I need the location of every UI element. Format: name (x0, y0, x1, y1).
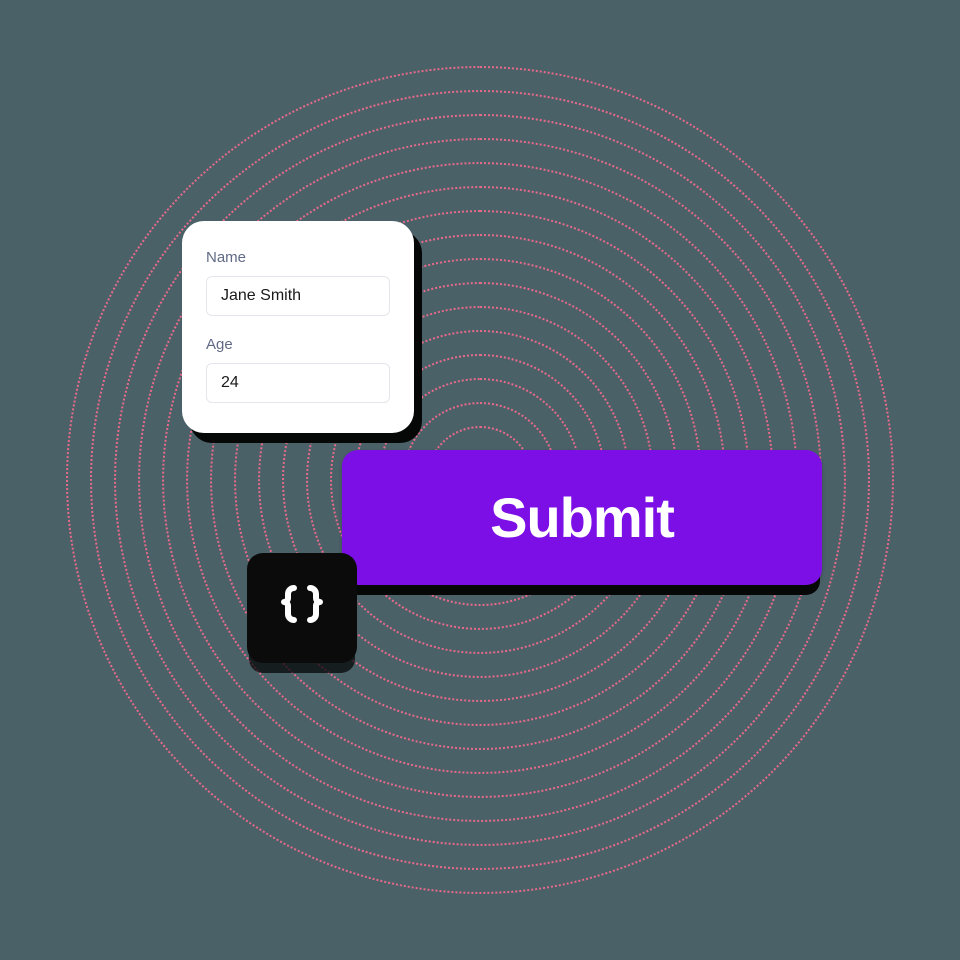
braces-icon (278, 582, 326, 635)
submit-button[interactable]: Submit (342, 450, 822, 585)
age-field-group: Age (206, 336, 390, 403)
name-field-group: Name (206, 249, 390, 316)
name-label: Name (206, 249, 390, 266)
name-input[interactable] (206, 276, 390, 316)
age-input[interactable] (206, 363, 390, 403)
age-label: Age (206, 336, 390, 353)
code-tile (247, 553, 357, 663)
submit-button-label: Submit (490, 485, 674, 550)
form-card: Name Age (182, 221, 414, 433)
